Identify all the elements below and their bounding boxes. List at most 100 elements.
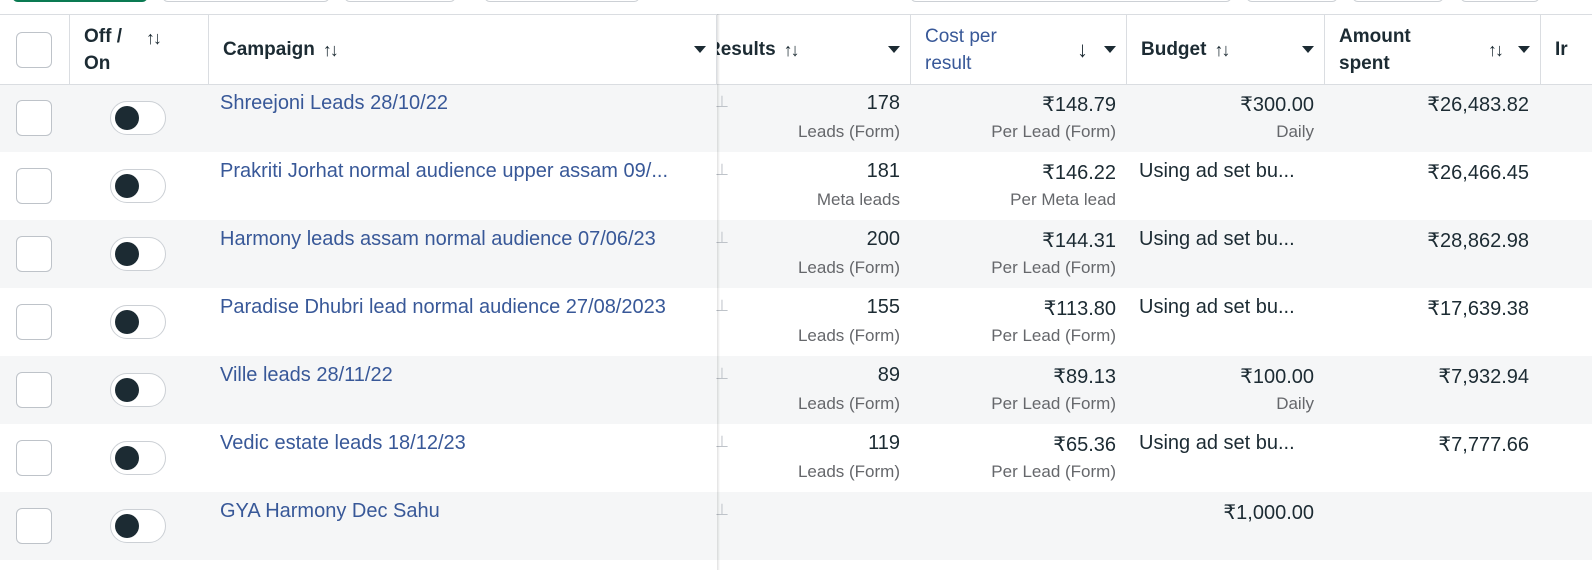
row-checkbox[interactable] (16, 508, 52, 544)
header-off-on-label: Off / On (84, 26, 122, 74)
results-value: 178 (866, 92, 900, 114)
amount-spent-value: ₹17,639.38 (1427, 298, 1529, 320)
toolbar-button[interactable] (1352, 0, 1444, 2)
row-checkbox[interactable] (16, 372, 52, 408)
cost-per-result-type: Per Lead (Form) (991, 258, 1116, 277)
toolbar-button[interactable] (344, 0, 456, 2)
budget-value: ₹300.00 (1240, 94, 1314, 116)
campaign-name-link[interactable]: Prakriti Jorhat normal audience upper as… (220, 160, 698, 183)
sort-arrows-icon[interactable]: ↑↓ (784, 40, 800, 61)
row-checkbox[interactable] (16, 236, 52, 272)
header-campaign-label: Campaign (223, 39, 315, 60)
campaign-toggle[interactable] (110, 509, 166, 543)
campaign-toggle[interactable] (110, 101, 166, 135)
campaign-name-link[interactable]: Paradise Dhubri lead normal audience 27/… (220, 296, 698, 319)
amount-spent-value: ₹26,466.45 (1427, 162, 1529, 184)
row-checkbox-cell (16, 236, 52, 272)
sort-arrows-icon[interactable]: ↑↓ (1214, 40, 1230, 61)
chevron-down-icon[interactable] (1302, 46, 1314, 53)
campaign-name-link[interactable]: Shreejoni Leads 28/10/22 (220, 92, 698, 115)
create-button[interactable] (12, 0, 148, 2)
row-checkbox[interactable] (16, 304, 52, 340)
toolbar-button[interactable] (910, 0, 1232, 2)
header-off-on[interactable]: Off / On ↑↓ (70, 15, 209, 85)
toolbar-button[interactable] (1460, 0, 1540, 2)
toolbar-button[interactable] (484, 0, 640, 2)
sort-arrows-icon[interactable]: ↑↓ (1488, 40, 1504, 61)
table-row[interactable]: Prakriti Jorhat normal audience upper as… (0, 152, 1592, 220)
table-row[interactable]: Paradise Dhubri lead normal audience 27/… (0, 288, 1592, 356)
results-type: Meta leads (816, 190, 900, 209)
campaign-name-link[interactable]: Ville leads 28/11/22 (220, 364, 698, 387)
campaign-name-link[interactable]: Vedic estate leads 18/12/23 (220, 432, 698, 455)
row-checkbox[interactable] (16, 100, 52, 136)
results-value: 119 (868, 432, 900, 454)
arrow-down-icon[interactable]: ↓ (1077, 37, 1088, 63)
header-cost-per-result[interactable]: Cost per result ↓ (911, 15, 1127, 85)
row-checkbox-cell (16, 372, 52, 408)
chevron-down-icon[interactable] (1518, 46, 1530, 53)
budget-value: ₹1,000.00 (1223, 502, 1314, 524)
cost-per-result-type: Per Lead (Form) (991, 462, 1116, 481)
campaign-toggle[interactable] (110, 441, 166, 475)
table-row[interactable]: Vedic estate leads 18/12/23 ⊥ 119 Leads (Fo… (0, 424, 1592, 492)
cost-per-result-value: ₹65.36 (1053, 434, 1116, 456)
cost-per-result-value: ₹144.31 (1042, 230, 1116, 252)
table-row[interactable]: GYA Harmony Dec Sahu ⊥ ₹1,000.00 (0, 492, 1592, 560)
header-budget[interactable]: Budget ↑↓ (1127, 15, 1325, 85)
toolbar (0, 0, 1592, 6)
toggle-knob (115, 174, 139, 198)
campaigns-table: Off / On ↑↓ Campaign ↑↓ Results ↑↓ Cost … (0, 14, 1592, 570)
amount-spent-value: ₹26,483.82 (1427, 94, 1529, 116)
row-checkbox[interactable] (16, 440, 52, 476)
toggle-knob (115, 446, 139, 470)
chevron-down-icon[interactable] (888, 46, 900, 53)
header-budget-label: Budget (1141, 39, 1207, 60)
select-all-checkbox[interactable] (16, 32, 52, 68)
header-amount-spent[interactable]: Amount spent ↑↓ (1325, 15, 1541, 85)
budget-value: Using ad set bu... (1139, 228, 1295, 250)
results-value: 155 (866, 296, 900, 318)
frozen-column-divider (717, 14, 720, 570)
header-next-column[interactable]: Ir (1541, 15, 1592, 85)
cost-per-result-value: ₹89.13 (1053, 366, 1116, 388)
toolbar-button[interactable] (1246, 0, 1338, 2)
results-type: Leads (Form) (797, 394, 900, 413)
row-checkbox-cell (16, 100, 52, 136)
budget-type: Daily (1276, 394, 1314, 413)
results-type: Leads (Form) (797, 326, 900, 345)
cost-per-result-type: Per Meta lead (1010, 190, 1116, 209)
cost-per-result-value: ₹146.22 (1042, 162, 1116, 184)
chevron-down-icon[interactable] (694, 46, 706, 53)
header-amount-label: Amount spent (1339, 26, 1411, 74)
amount-spent-value: ₹7,932.94 (1438, 366, 1529, 388)
toggle-knob (115, 106, 139, 130)
budget-type: Daily (1276, 122, 1314, 141)
budget-value: Using ad set bu... (1139, 296, 1295, 318)
campaign-toggle[interactable] (110, 237, 166, 271)
table-row[interactable]: Harmony leads assam normal audience 07/0… (0, 220, 1592, 288)
cost-per-result-type: Per Lead (Form) (991, 122, 1116, 141)
table-row[interactable]: Shreejoni Leads 28/10/22 ⊥ 178 Leads (Form)… (0, 84, 1592, 152)
amount-spent-value: ₹7,777.66 (1438, 434, 1529, 456)
toggle-knob (115, 514, 139, 538)
header-results[interactable]: Results ↑↓ (717, 15, 911, 85)
row-checkbox[interactable] (16, 168, 52, 204)
campaign-name-link[interactable]: GYA Harmony Dec Sahu (220, 500, 698, 523)
table-row[interactable]: Ville leads 28/11/22 ⊥ 89 Leads (Form) ₹89.1… (0, 356, 1592, 424)
cost-per-result-type: Per Lead (Form) (991, 326, 1116, 345)
chevron-down-icon[interactable] (1104, 46, 1116, 53)
campaign-toggle[interactable] (110, 305, 166, 339)
results-type: Leads (Form) (797, 122, 900, 141)
campaign-toggle[interactable] (110, 169, 166, 203)
results-type: Leads (Form) (797, 462, 900, 481)
budget-value: Using ad set bu... (1139, 432, 1295, 454)
header-campaign[interactable]: Campaign ↑↓ (209, 15, 717, 85)
row-checkbox-cell (16, 440, 52, 476)
cost-per-result-value: ₹148.79 (1042, 94, 1116, 116)
campaign-toggle[interactable] (110, 373, 166, 407)
sort-arrows-icon[interactable]: ↑↓ (146, 28, 162, 49)
toolbar-button[interactable] (162, 0, 330, 2)
sort-arrows-icon[interactable]: ↑↓ (323, 40, 339, 61)
campaign-name-link[interactable]: Harmony leads assam normal audience 07/0… (220, 228, 698, 251)
